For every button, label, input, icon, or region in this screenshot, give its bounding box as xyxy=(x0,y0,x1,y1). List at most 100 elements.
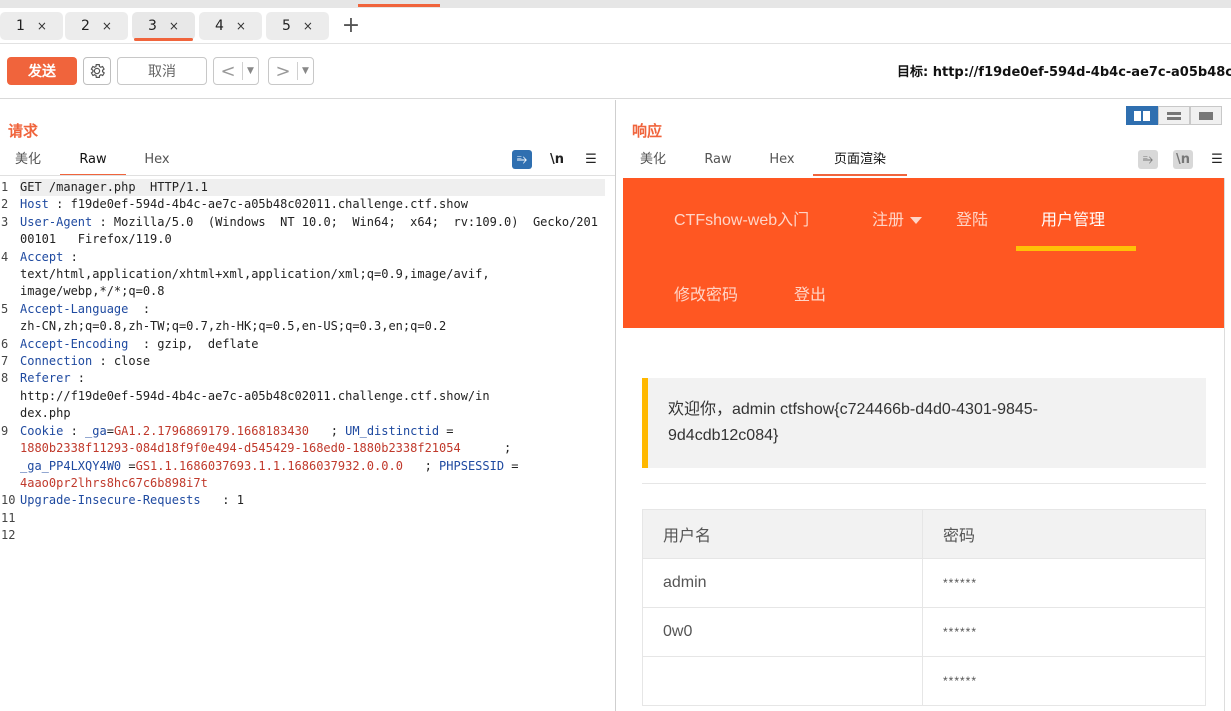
tab-raw[interactable]: Raw xyxy=(60,150,126,176)
code-line: 3 User-Agent : Mozilla/5.0 (Windows NT 10… xyxy=(0,214,605,249)
newline-icon[interactable]: \n xyxy=(1173,150,1193,169)
tab-5[interactable]: 5 × xyxy=(266,12,329,40)
header-key: Cookie xyxy=(20,423,64,438)
line-number: 6 xyxy=(1,336,9,351)
site-navbar: CTFshow-web入门 注册 登陆 用户管理 修改密码 登出 xyxy=(623,178,1224,328)
code-line: 12 xyxy=(0,527,605,544)
close-icon[interactable]: × xyxy=(236,19,246,33)
line-number: 9 xyxy=(1,423,9,438)
cell-password: ****** xyxy=(922,607,1206,657)
line-number: 8 xyxy=(1,371,9,386)
tab-4[interactable]: 4 × xyxy=(199,12,262,40)
tab-label: 1 xyxy=(16,18,25,34)
line-number: 2 xyxy=(1,197,9,212)
stacked-layout-button[interactable] xyxy=(1158,106,1190,125)
cookie-value: GS1.1.1686037693.1.1.1686037932.0.0.0 xyxy=(135,458,403,473)
toolbar: 发送 取消 < ▼ > ▼ 目标: http://f19de0ef-594d-4… xyxy=(0,44,1231,99)
line-text: GET /manager.php HTTP/1.1 xyxy=(20,179,605,197)
menu-icon[interactable]: ☰ xyxy=(1207,150,1227,169)
header-key: Accept-Language xyxy=(20,301,129,316)
header-key: User-Agent xyxy=(20,214,93,229)
welcome-text: 欢迎你，admin ctfshow{c724466b-d4d0-4301-984… xyxy=(668,401,1038,444)
welcome-message: 欢迎你，admin ctfshow{c724466b-d4d0-4301-984… xyxy=(642,378,1206,468)
tab-label: 3 xyxy=(148,18,157,34)
side-by-side-layout-button[interactable] xyxy=(1126,106,1158,125)
newline-icon[interactable]: \n xyxy=(547,150,567,169)
code-line: 5 Accept-Language : zh-CN,zh;q=0.8,zh-TW;… xyxy=(0,301,605,336)
tab-2[interactable]: 2 × xyxy=(65,12,128,40)
response-title: 响应 xyxy=(632,122,663,140)
add-tab-button[interactable]: + xyxy=(341,13,361,39)
wrap-lines-icon[interactable]: ⥱ xyxy=(512,150,532,169)
header-value: : http://f19de0ef-594d-4b4c-ae7c-a05b48c… xyxy=(20,371,490,421)
tab-render[interactable]: 页面渲染 xyxy=(813,150,907,176)
header-value: : gzip, deflate xyxy=(128,336,259,351)
user-table: 用户名 密码 admin ****** 0w0 ****** ****** xyxy=(642,509,1206,706)
cookie-key: PHPSESSID xyxy=(439,458,505,473)
header-key: Host xyxy=(20,197,49,212)
header-value: : Mozilla/5.0 (Windows NT 10.0; Win64; x… xyxy=(20,214,598,247)
code-line: 7 Connection : close xyxy=(0,353,605,370)
line-number: 12 xyxy=(1,528,16,543)
request-title: 请求 xyxy=(8,122,39,140)
header-value: : text/html,application/xhtml+xml,applic… xyxy=(20,249,490,299)
cell-password: ****** xyxy=(922,656,1206,706)
tab-label: 5 xyxy=(282,18,291,34)
nav-user-management[interactable]: 用户管理 xyxy=(1041,206,1105,230)
rendered-page: CTFshow-web入门 注册 登陆 用户管理 修改密码 登出 欢迎你，adm… xyxy=(623,178,1225,711)
code-line: 11 xyxy=(0,510,605,527)
cancel-button[interactable]: 取消 xyxy=(117,57,207,85)
close-icon[interactable]: × xyxy=(303,19,313,33)
forward-button[interactable]: > ▼ xyxy=(268,57,314,85)
cookie-value: 1880b2338f11293-084d18f9f0e494-d545429-1… xyxy=(20,441,461,456)
code-line: 1 GET /manager.php HTTP/1.1 xyxy=(0,179,605,197)
request-editor[interactable]: 1 GET /manager.php HTTP/1.1 2 Host : f19de… xyxy=(0,179,605,545)
nav-logout[interactable]: 登出 xyxy=(794,281,826,305)
line-number: 3 xyxy=(1,214,9,229)
header-value: : close xyxy=(92,354,151,369)
response-pane: 响应 美化 Raw Hex 页面渲染 ⥱ \n ☰ CTFshow-web入门 … xyxy=(617,100,1231,711)
panel-icon xyxy=(1199,111,1213,120)
line-number: 10 xyxy=(1,493,16,508)
code-line: 4 Accept : text/html,application/xhtml+xm… xyxy=(0,249,605,301)
cookie-key: _ga_PP4LXQY4W0 xyxy=(20,458,122,473)
nav-login[interactable]: 登陆 xyxy=(956,206,988,230)
close-icon[interactable]: × xyxy=(169,19,179,33)
header-key: Referer xyxy=(20,371,71,386)
line-number: 7 xyxy=(1,354,9,369)
tab-bar: 1 × 2 × 3 × 4 × 5 × + xyxy=(0,8,1231,44)
header-key: Upgrade-Insecure-Requests xyxy=(20,493,201,508)
code-line: 6 Accept-Encoding : gzip, deflate xyxy=(0,336,605,353)
close-icon[interactable]: × xyxy=(37,19,47,33)
rows-icon xyxy=(1167,111,1181,120)
single-layout-button[interactable] xyxy=(1190,106,1222,125)
menu-icon[interactable]: ☰ xyxy=(581,150,601,169)
settings-button[interactable] xyxy=(83,57,111,85)
code-line: 8 Referer : http://f19de0ef-594d-4b4c-ae7… xyxy=(0,370,605,422)
cookie-value: GA1.2.1796869179.1668183430 xyxy=(113,423,310,438)
back-button[interactable]: < ▼ xyxy=(213,57,259,85)
target-url[interactable]: 目标: http://f19de0ef-594d-4b4c-ae7c-a05b4… xyxy=(897,61,1231,80)
active-indicator xyxy=(358,4,440,7)
chevron-down-icon[interactable]: ▼ xyxy=(242,62,258,80)
nav-change-password[interactable]: 修改密码 xyxy=(674,281,738,305)
close-icon[interactable]: × xyxy=(102,19,112,33)
cookie-key: UM_distinctid xyxy=(345,423,440,438)
code-line: 10 Upgrade-Insecure-Requests : 1 xyxy=(0,492,605,509)
wrap-lines-icon[interactable]: ⥱ xyxy=(1138,150,1158,169)
site-brand[interactable]: CTFshow-web入门 xyxy=(674,206,809,230)
tab-hex[interactable]: Hex xyxy=(768,150,796,176)
columns-icon xyxy=(1134,110,1150,121)
tab-pretty[interactable]: 美化 xyxy=(639,150,667,176)
nav-register[interactable]: 注册 xyxy=(872,206,923,230)
tab-pretty[interactable]: 美化 xyxy=(14,150,42,176)
send-button[interactable]: 发送 xyxy=(7,57,77,85)
tab-1[interactable]: 1 × xyxy=(0,12,63,40)
tab-label: 4 xyxy=(215,18,224,34)
chevron-down-icon[interactable]: ▼ xyxy=(297,62,313,80)
line-number: 5 xyxy=(1,301,9,316)
tab-3[interactable]: 3 × xyxy=(132,12,195,41)
tab-hex[interactable]: Hex xyxy=(143,150,171,176)
tab-raw[interactable]: Raw xyxy=(703,150,733,176)
request-pane: 请求 美化 Raw Hex ⥱ \n ☰ 1 GET /manager.php H… xyxy=(0,100,616,711)
